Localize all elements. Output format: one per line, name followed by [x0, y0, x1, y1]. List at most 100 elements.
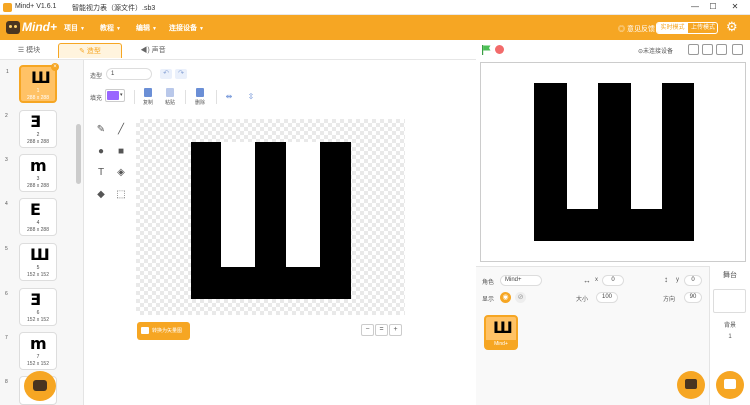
upload-mode-button[interactable]: 上传模式: [688, 23, 717, 33]
delete-icon[interactable]: ×: [51, 63, 59, 71]
menu-edit[interactable]: 编辑 ▼: [136, 23, 157, 33]
costume-name-input[interactable]: 1: [106, 68, 152, 80]
costume-tile-4[interactable]: 4 E 4 288 x 288: [5, 198, 57, 236]
sprite-thumbnail-glyph: Ш: [493, 318, 513, 337]
app-title: Mind+ V1.6.1: [15, 3, 57, 10]
size-input[interactable]: 100: [596, 292, 618, 303]
glyph-gap: [286, 142, 320, 267]
costume-tile-1[interactable]: 1 Ш 1 288 x 288 ×: [6, 63, 59, 103]
paint-canvas[interactable]: [136, 119, 405, 315]
stop-button[interactable]: [495, 45, 504, 54]
copy-label: 复制: [142, 100, 153, 106]
show-eye-icon[interactable]: ◉: [500, 292, 511, 303]
costume-tile-5[interactable]: 5 Ш 5 152 x 152: [5, 243, 57, 281]
select-icon[interactable]: ⬚: [114, 188, 128, 202]
paste-button[interactable]: 粘贴: [159, 88, 181, 106]
menu-project[interactable]: 项目 ▼: [64, 23, 85, 33]
backdrop-count: 1: [728, 334, 732, 340]
costume-tile-6[interactable]: 6 Ǝ 6 152 x 152: [5, 288, 57, 326]
line-icon[interactable]: ╱: [114, 123, 128, 137]
text-icon[interactable]: T: [94, 166, 108, 180]
costume-thumbnail: E: [30, 200, 41, 219]
gear-icon[interactable]: ⚙: [726, 20, 740, 34]
add-backdrop-button[interactable]: [716, 371, 744, 399]
title-bar: Mind+ V1.6.1 智能视力表（源文件）.sb3 — ☐ ✕: [0, 0, 750, 15]
delete-label: 删除: [194, 100, 205, 106]
redo-icon[interactable]: ↷: [175, 69, 187, 79]
costume-name: 3: [36, 176, 40, 182]
brush-icon: ✎: [79, 48, 87, 55]
minimize-button[interactable]: —: [688, 1, 702, 13]
large-stage-button[interactable]: [716, 44, 727, 55]
add-costume-button[interactable]: [24, 371, 56, 401]
app-icon: [3, 3, 12, 12]
direction-label: 方向: [663, 297, 676, 303]
feedback-icon: ◎: [618, 26, 627, 33]
tab-sounds[interactable]: ◀) 声音: [128, 43, 178, 58]
costume-thumbnail: m: [30, 156, 47, 175]
zoom-out-icon[interactable]: −: [361, 324, 374, 336]
backdrop-thumbnail[interactable]: [713, 289, 746, 313]
image-icon: [724, 379, 736, 389]
feedback-link[interactable]: ◎ 意见反馈: [618, 24, 655, 34]
mode-switch[interactable]: 实时模式 上传模式: [656, 22, 718, 34]
brush-icon[interactable]: ✎: [94, 123, 108, 137]
realtime-mode-button[interactable]: 实时模式: [657, 23, 688, 33]
convert-to-vector-button[interactable]: 转换为矢量图: [137, 322, 190, 340]
sprite-name-input[interactable]: Mind+: [500, 275, 542, 286]
medium-stage-button[interactable]: [702, 44, 713, 55]
tab-sounds-label: 声音: [151, 47, 166, 54]
zoom-reset-icon[interactable]: =: [375, 324, 388, 336]
sprite-thumb-mindplus[interactable]: Ш Mind+: [484, 315, 518, 350]
fullscreen-button[interactable]: [732, 44, 743, 55]
fill-bucket-icon[interactable]: ◈: [114, 166, 128, 180]
costume-list-scrollbar[interactable]: [76, 124, 81, 184]
costume-index: 7: [5, 335, 8, 341]
hide-eye-icon[interactable]: ⊘: [515, 292, 526, 303]
costume-size: 288 x 288: [27, 95, 49, 101]
copy-button[interactable]: 复制: [137, 88, 159, 106]
tab-blocks[interactable]: ☰ 模块: [8, 43, 50, 58]
chevron-down-icon: ▼: [80, 26, 85, 32]
divider: [185, 90, 186, 104]
size-label: 大小: [576, 297, 589, 303]
costume-tile-7[interactable]: 7 m 7 152 x 152: [5, 332, 57, 370]
menu-connect-device[interactable]: 连接设备 ▼: [169, 23, 204, 33]
costume-thumbnail: m: [30, 334, 47, 353]
zoom-in-icon[interactable]: +: [389, 324, 402, 336]
connect-status-label: 未连接设备: [643, 49, 674, 55]
speaker-icon: ◀): [140, 47, 152, 54]
y-input[interactable]: 0: [684, 275, 702, 286]
costume-tile-2[interactable]: 2 Ǝ 2 288 x 288: [5, 110, 57, 148]
fill-color-swatch: [107, 91, 119, 100]
divider: [216, 90, 217, 104]
blocks-icon: ☰: [17, 47, 27, 54]
menu-tutorial[interactable]: 教程 ▼: [100, 23, 121, 33]
x-label: x: [595, 277, 598, 283]
fill-color-picker[interactable]: ▾: [105, 89, 125, 102]
eraser-icon[interactable]: ◆: [94, 188, 108, 202]
costume-tile-3[interactable]: 3 m 3 288 x 288: [5, 154, 57, 192]
maximize-button[interactable]: ☐: [706, 1, 720, 13]
add-sprite-button[interactable]: [677, 371, 705, 399]
green-flag-icon[interactable]: [482, 45, 491, 55]
image-icon: [141, 327, 149, 334]
tab-costumes[interactable]: ✎ 造型: [58, 43, 122, 58]
delete-button[interactable]: 删除: [189, 88, 211, 106]
flip-vertical-icon[interactable]: ⇳: [244, 90, 258, 104]
flip-horizontal-icon[interactable]: ⇹: [222, 90, 236, 104]
costume-size: 152 x 152: [27, 317, 49, 323]
small-stage-button[interactable]: [688, 44, 699, 55]
connect-status[interactable]: ⊝未连接设备: [638, 46, 673, 55]
x-input[interactable]: 0: [602, 275, 624, 286]
editor-tabs: ☰ 模块 ✎ 造型 ◀) 声音: [0, 40, 476, 60]
circle-icon[interactable]: ●: [94, 145, 108, 159]
mind-plus-logo[interactable]: Mind+: [6, 19, 58, 36]
costume-name: 4: [36, 220, 40, 226]
document-title: 智能视力表（源文件）.sb3: [72, 5, 156, 12]
undo-icon[interactable]: ↶: [160, 69, 172, 79]
rectangle-icon[interactable]: ■: [114, 145, 128, 159]
close-button[interactable]: ✕: [728, 1, 742, 13]
direction-input[interactable]: 90: [684, 292, 702, 303]
stage[interactable]: [480, 62, 746, 262]
